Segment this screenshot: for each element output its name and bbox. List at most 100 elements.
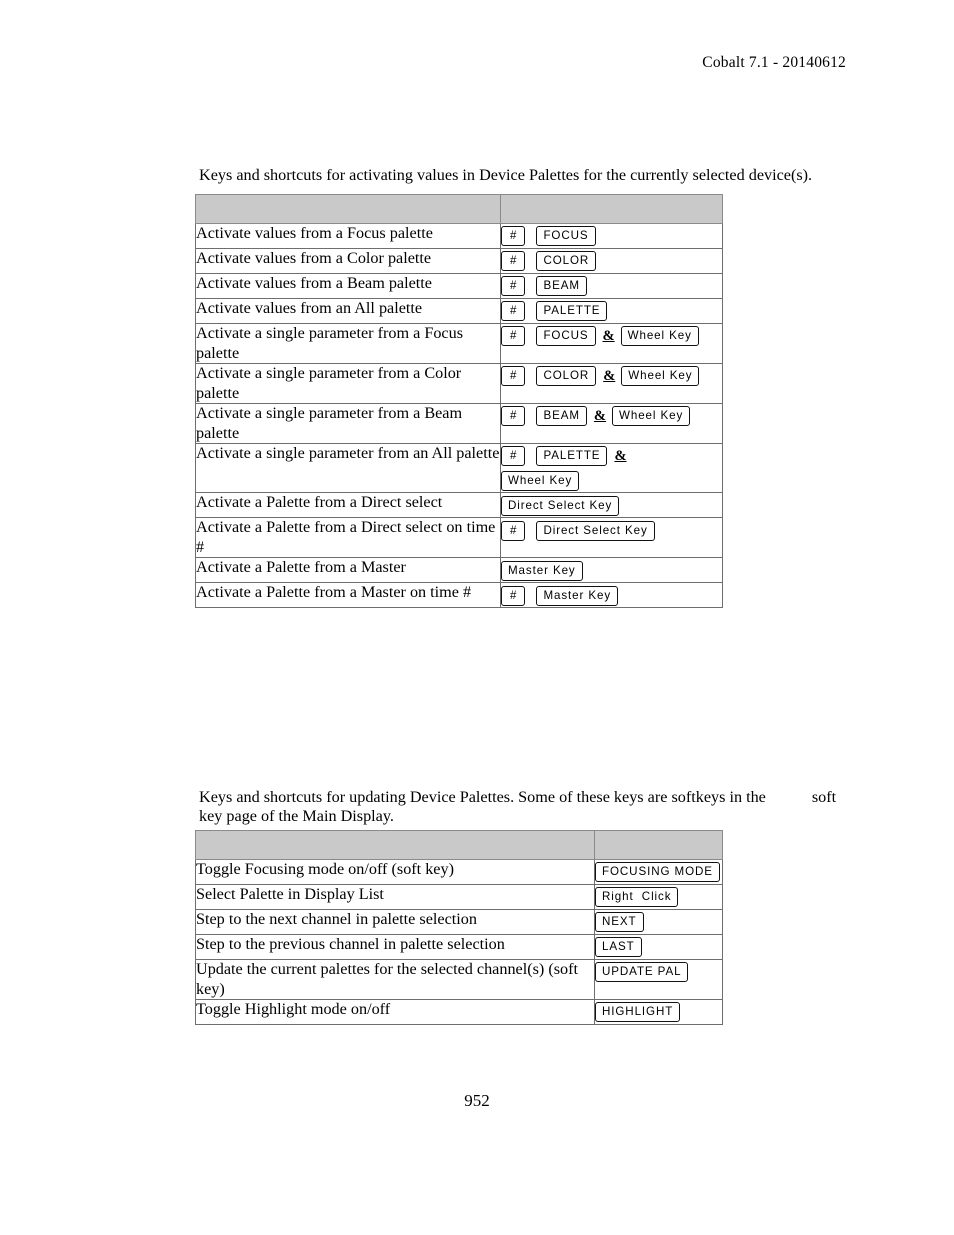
key-direct-select[interactable]: Direct Select Key — [501, 495, 620, 516]
row-keys: FOCUSING MODE — [594, 859, 723, 885]
row-description: Activate values from a Focus palette — [195, 223, 501, 249]
key-hash[interactable]: # — [501, 276, 526, 297]
table-row: Activate a Palette from a Master Master … — [195, 557, 723, 584]
table-header-row — [195, 830, 723, 860]
key-combiner-ampersand: & — [602, 328, 615, 345]
table-row: Step to the previous channel in palette … — [195, 934, 723, 960]
table-row: Toggle Focusing mode on/off (soft key) F… — [195, 859, 723, 885]
row-description: Activate values from a Color palette — [195, 248, 501, 274]
key-color[interactable]: COLOR — [536, 366, 597, 387]
row-description: Activate a single parameter from a Beam … — [195, 403, 501, 444]
table-row: Activate a single parameter from a Color… — [195, 363, 723, 404]
key-hash[interactable]: # — [501, 446, 526, 467]
key-beam[interactable]: BEAM — [536, 406, 587, 427]
row-keys: NEXT — [594, 909, 723, 935]
key-combiner-ampersand: & — [603, 368, 616, 385]
table-header-cell-description — [195, 194, 501, 224]
row-description: Step to the previous channel in palette … — [195, 934, 595, 960]
document-page: Cobalt 7.1 - 20140612 Keys and shortcuts… — [0, 0, 954, 1235]
key-wheel[interactable]: Wheel Key — [612, 406, 691, 427]
key-right-click[interactable]: Right Click — [595, 887, 679, 908]
row-keys: LAST — [594, 934, 723, 960]
row-description: Toggle Focusing mode on/off (soft key) — [195, 859, 595, 885]
table-row: Activate values from an All palette # PAL… — [195, 298, 723, 324]
table-row: Update the current palettes for the sele… — [195, 959, 723, 1000]
key-next[interactable]: NEXT — [595, 912, 644, 933]
key-hash[interactable]: # — [501, 326, 526, 347]
row-description: Activate a single parameter from a Color… — [195, 363, 501, 404]
key-hash[interactable]: # — [501, 366, 526, 387]
row-keys: Master Key — [500, 557, 723, 584]
row-description: Update the current palettes for the sele… — [195, 959, 595, 1000]
row-keys: Direct Select Key — [500, 492, 723, 519]
table-header-row — [195, 194, 723, 224]
key-highlight[interactable]: HIGHLIGHT — [595, 1002, 681, 1023]
key-hash[interactable]: # — [501, 585, 526, 606]
page-number: 952 — [464, 1091, 490, 1110]
key-combiner-ampersand: & — [593, 408, 607, 425]
table-row: Activate values from a Focus palette # FO… — [195, 223, 723, 249]
row-description: Step to the next channel in palette sele… — [195, 909, 595, 935]
key-last[interactable]: LAST — [595, 937, 642, 958]
key-hash[interactable]: # — [501, 301, 526, 322]
key-wheel[interactable]: Wheel Key — [621, 366, 700, 387]
table-row: Select Palette in Display List Right Cli… — [195, 884, 723, 910]
row-keys: UPDATE PAL — [594, 959, 723, 1000]
key-master[interactable]: Master Key — [536, 585, 619, 606]
table-row: Activate values from a Color palette # CO… — [195, 248, 723, 274]
table-row: Activate a Palette from a Master on time… — [195, 582, 723, 609]
row-keys: # PALETTE & Wheel Key — [500, 442, 723, 494]
row-keys: Right Click — [594, 884, 723, 910]
key-palette[interactable]: PALETTE — [536, 446, 608, 467]
key-hash[interactable]: # — [501, 251, 526, 272]
row-keys: # BEAM & Wheel Key — [500, 403, 723, 444]
device-palette-activation-table: Activate values from a Focus palette # FO… — [195, 194, 723, 609]
key-beam[interactable]: BEAM — [536, 276, 587, 297]
running-head: Cobalt 7.1 - 20140612 — [702, 54, 846, 71]
row-description: Activate a Palette from a Direct select — [195, 492, 501, 519]
row-description: Activate a Palette from a Direct select … — [195, 517, 501, 559]
key-update-pal[interactable]: UPDATE PAL — [595, 962, 689, 983]
row-description: Activate a single parameter from an All … — [195, 442, 501, 494]
key-hash[interactable]: # — [501, 226, 526, 247]
row-description: Activate values from an All palette — [195, 298, 501, 324]
table-row: Activate a Palette from a Direct select … — [195, 492, 723, 519]
row-description: Select Palette in Display List — [195, 884, 595, 910]
key-master[interactable]: Master Key — [501, 560, 583, 581]
row-description: Activate a single parameter from a Focus… — [195, 323, 501, 364]
key-wheel[interactable]: Wheel Key — [501, 470, 580, 491]
row-keys: # COLOR — [500, 248, 723, 274]
row-keys: # Master Key — [500, 582, 723, 609]
key-wheel[interactable]: Wheel Key — [620, 326, 699, 347]
key-focus[interactable]: FOCUS — [536, 326, 596, 347]
row-keys: # FOCUS — [500, 223, 723, 249]
row-keys: # FOCUS & Wheel Key — [500, 323, 723, 364]
table-row: Activate a Palette from a Direct select … — [195, 517, 723, 559]
table-header-cell-keys — [594, 830, 723, 860]
table-row: Step to the next channel in palette sele… — [195, 909, 723, 935]
table-row: Activate values from a Beam palette # BEA… — [195, 273, 723, 299]
row-description: Activate values from a Beam palette — [195, 273, 501, 299]
key-focus[interactable]: FOCUS — [536, 226, 596, 247]
table-row: Activate a single parameter from a Beam … — [195, 403, 723, 444]
table-header-cell-keys — [500, 194, 723, 224]
intro-text-1a: Keys and shortcuts for activating values… — [199, 166, 813, 185]
row-keys: HIGHLIGHT — [594, 999, 723, 1025]
row-description: Activate a Palette from a Master on time… — [195, 582, 501, 609]
row-keys: # BEAM — [500, 273, 723, 299]
intro-text-2a: Keys and shortcuts for updating Device P… — [199, 788, 766, 807]
row-keys: # COLOR & Wheel Key — [500, 363, 723, 404]
key-combiner-ampersand: & — [614, 448, 627, 465]
table-row: Activate a single parameter from a Focus… — [195, 323, 723, 364]
key-palette[interactable]: PALETTE — [536, 301, 608, 322]
key-hash[interactable]: # — [501, 406, 526, 427]
table-row: Toggle Highlight mode on/off HIGHLIGHT — [195, 999, 723, 1025]
key-direct-select[interactable]: Direct Select Key — [536, 520, 655, 541]
key-color[interactable]: COLOR — [536, 251, 597, 272]
row-description: Activate a Palette from a Master — [195, 557, 501, 584]
row-keys: # PALETTE — [500, 298, 723, 324]
key-hash[interactable]: # — [501, 520, 526, 541]
table-row: Activate a single parameter from an All … — [195, 442, 723, 494]
key-focusing-mode[interactable]: FOCUSING MODE — [595, 862, 720, 883]
table-header-cell-description — [195, 830, 595, 860]
